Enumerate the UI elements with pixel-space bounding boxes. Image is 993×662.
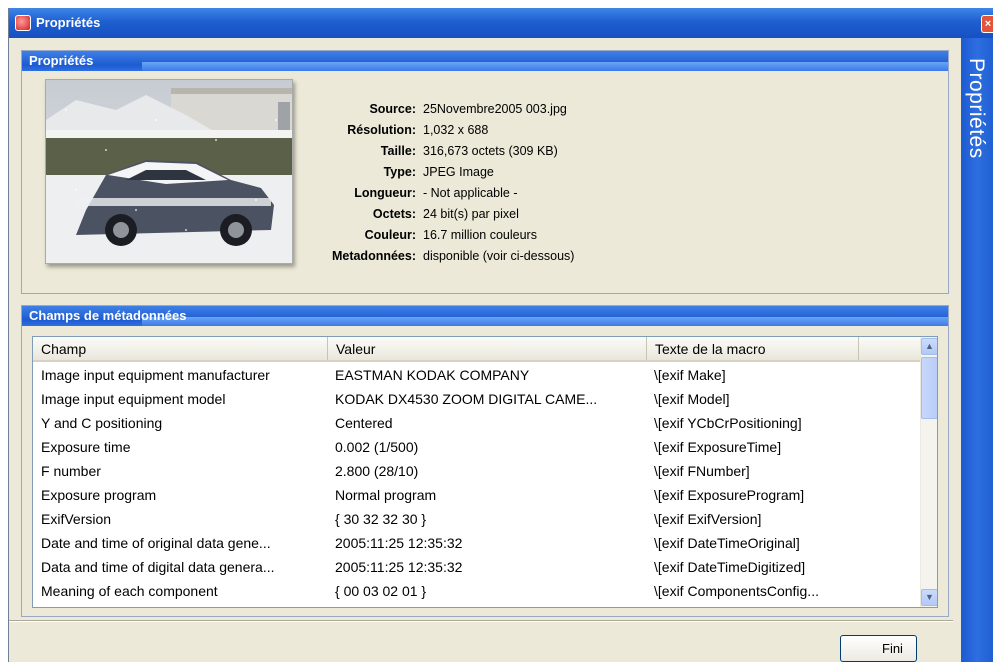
info-row-size: Taille: 316,673 octets (309 KB) <box>292 144 672 165</box>
scroll-down-icon[interactable]: ▼ <box>921 589 937 606</box>
cell-macro: \[exif YCbCrPositioning] <box>654 415 802 431</box>
info-row-metadata: Metadonnées: disponible (voir ci-dessous… <box>292 249 672 270</box>
cell-value: { 30 32 32 30 } <box>335 511 427 527</box>
table-row[interactable]: Exposure time 0.002 (1/500) \[exif Exposur… <box>33 436 922 460</box>
cell-field: Data and time of digital data genera... <box>41 559 275 575</box>
cell-value: EASTMAN KODAK COMPANY <box>335 367 530 383</box>
close-icon[interactable]: × <box>981 15 993 33</box>
table-row[interactable]: Exposure program Normal program \[exif Exp… <box>33 484 922 508</box>
column-header-value[interactable]: Valeur <box>328 337 647 360</box>
info-label: Metadonnées: <box>331 249 416 263</box>
info-value: 24 bit(s) par pixel <box>423 207 519 221</box>
cell-field: ExifVersion <box>41 511 112 527</box>
info-label: Longueur: <box>354 186 416 200</box>
window-title: Propriétés <box>36 15 101 30</box>
info-row-source: Source: 25Novembre2005 003.jpg <box>292 102 672 123</box>
metadata-table: Champ Valeur Texte de la macro Image inp… <box>32 336 938 608</box>
properties-panel-heading: Propriétés <box>22 51 948 71</box>
info-label: Type: <box>383 165 416 179</box>
cell-value: KODAK DX4530 ZOOM DIGITAL CAME... <box>335 391 598 407</box>
table-row[interactable]: Image input equipment model KODAK DX4530 … <box>33 388 922 412</box>
info-value: 16.7 million couleurs <box>423 228 537 242</box>
scroll-up-icon[interactable]: ▲ <box>921 338 937 355</box>
cell-field: Exposure program <box>41 487 157 503</box>
column-header-field[interactable]: Champ <box>33 337 328 360</box>
cell-macro: \[exif ComponentsConfig... <box>654 583 819 599</box>
info-value: 1,032 x 688 <box>423 123 489 137</box>
cell-macro: \[exif ExposureTime] <box>654 439 782 455</box>
info-label: Octets: <box>372 207 416 221</box>
table-row[interactable]: Date and time of original data gene... 20… <box>33 532 922 556</box>
cell-value: 2005:11:25 12:35:32 <box>335 559 463 575</box>
cell-field: Meaning of each component <box>41 583 218 599</box>
table-row[interactable]: Meaning of each component { 00 03 02 01 }… <box>33 580 922 604</box>
cell-field: Exposure time <box>41 439 131 455</box>
cell-field: Image input equipment model <box>41 391 226 407</box>
table-row[interactable]: Y and C positioning Centered \[exif YCbCrP… <box>33 412 922 436</box>
side-banner: Propriétés <box>961 38 993 662</box>
info-row-bits: Octets: 24 bit(s) par pixel <box>292 207 672 228</box>
cell-macro: \[exif DateTimeOriginal] <box>654 535 800 551</box>
finish-button[interactable]: Fini <box>840 635 917 662</box>
info-label: Source: <box>369 102 416 116</box>
cell-value: 2005:11:25 12:35:32 <box>335 535 463 551</box>
info-value: disponible (voir ci-dessous) <box>423 249 575 263</box>
info-value: - Not applicable - <box>423 186 518 200</box>
image-thumbnail <box>45 79 293 264</box>
info-label: Résolution: <box>347 123 416 137</box>
vertical-scrollbar[interactable]: ▲ ▼ <box>920 337 937 607</box>
scrollbar-thumb[interactable] <box>921 357 937 419</box>
metadata-panel: Champs de métadonnées Champ Valeur Texte… <box>21 305 949 617</box>
cell-value: Centered <box>335 415 393 431</box>
info-value: 25Novembre2005 003.jpg <box>423 102 567 116</box>
cell-field: Image input equipment manufacturer <box>41 367 270 383</box>
info-row-color: Couleur: 16.7 million couleurs <box>292 228 672 249</box>
info-value: 316,673 octets (309 KB) <box>423 144 558 158</box>
table-header: Champ Valeur Texte de la macro <box>33 337 922 362</box>
metadata-panel-heading: Champs de métadonnées <box>22 306 948 326</box>
table-row[interactable]: F number 2.800 (28/10) \[exif FNumber] <box>33 460 922 484</box>
table-body: Image input equipment manufacturer EASTMA… <box>33 364 922 604</box>
info-value: JPEG Image <box>423 165 494 179</box>
table-row[interactable]: ExifVersion { 30 32 32 30 } \[exif ExifVer… <box>33 508 922 532</box>
title-bar[interactable]: Propriétés × <box>9 8 993 38</box>
footer-divider <box>9 620 953 622</box>
cell-macro: \[exif ExposureProgram] <box>654 487 805 503</box>
cell-macro: \[exif FNumber] <box>654 463 750 479</box>
cell-field: F number <box>41 463 101 479</box>
cell-macro: \[exif ExifVersion] <box>654 511 762 527</box>
cell-macro: \[exif DateTimeDigitized] <box>654 559 806 575</box>
cell-field: Date and time of original data gene... <box>41 535 271 551</box>
table-row[interactable]: Data and time of digital data genera... 2… <box>33 556 922 580</box>
info-label: Couleur: <box>364 228 416 242</box>
properties-panel: Propriétés Source: 25Novembre2005 003.jp… <box>21 50 949 294</box>
side-banner-label: Propriétés <box>965 58 988 159</box>
column-header-macro[interactable]: Texte de la macro <box>647 337 859 360</box>
properties-window: Propriétés × Propriétés Source: 25Novemb… <box>8 8 993 662</box>
cell-value: 0.002 (1/500) <box>335 439 419 455</box>
cell-value: Normal program <box>335 487 437 503</box>
cell-macro: \[exif Make] <box>654 367 726 383</box>
cell-macro: \[exif Model] <box>654 391 730 407</box>
info-row-resolution: Résolution: 1,032 x 688 <box>292 123 672 144</box>
info-row-length: Longueur: - Not applicable - <box>292 186 672 207</box>
cell-value: { 00 03 02 01 } <box>335 583 427 599</box>
cell-field: Y and C positioning <box>41 415 163 431</box>
cell-value: 2.800 (28/10) <box>335 463 419 479</box>
dialog-content: Propriétés Source: 25Novembre2005 003.jp… <box>9 38 953 662</box>
table-row[interactable]: Image input equipment manufacturer EASTMA… <box>33 364 922 388</box>
info-label: Taille: <box>380 144 416 158</box>
app-icon <box>15 15 31 31</box>
info-row-type: Type: JPEG Image <box>292 165 672 186</box>
file-info-list: Source: 25Novembre2005 003.jpg Résolutio… <box>292 102 672 270</box>
